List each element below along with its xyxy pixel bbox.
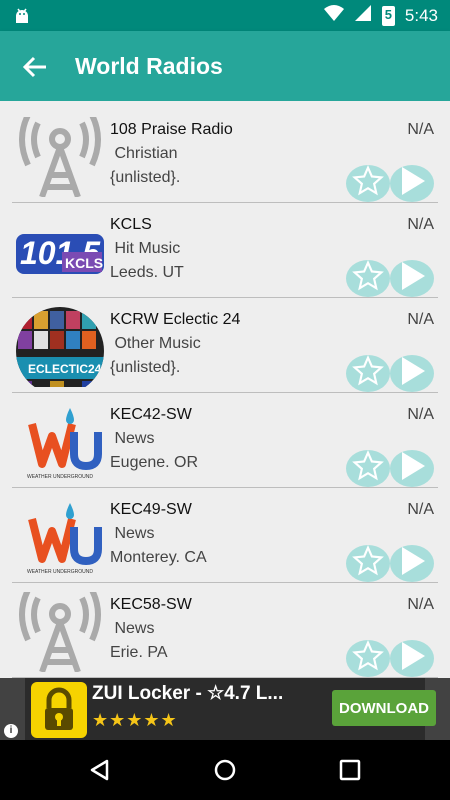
list-item[interactable]: WEATHER UNDERGROUND KEC49-SW News Monter… [12, 488, 438, 583]
favorite-button[interactable] [346, 640, 390, 677]
station-genre: Other Music [110, 335, 201, 352]
wu-logo: WEATHER UNDERGROUND [14, 402, 106, 482]
ad-banner[interactable]: ZUI Locker - ☆4.7 L... ★★★★★ DOWNLOAD i [0, 678, 450, 740]
station-location: Erie. PA [110, 644, 168, 661]
favorite-button[interactable] [346, 165, 390, 202]
station-genre: Christian [110, 145, 178, 162]
star-outline-icon [352, 355, 384, 392]
nav-back-icon[interactable] [88, 758, 112, 787]
station-name: KCRW Eclectic 24 [110, 311, 241, 328]
nav-home-icon[interactable] [213, 758, 237, 787]
play-icon [397, 355, 427, 392]
wu-label-text: WEATHER UNDERGROUND [27, 569, 93, 575]
kcrw-logo: ECLECTIC24 [14, 307, 106, 395]
favorite-button[interactable] [346, 450, 390, 487]
play-button[interactable] [390, 355, 434, 392]
station-name: 108 Praise Radio [110, 121, 233, 138]
station-genre: News [110, 620, 155, 637]
signal-icon [354, 4, 372, 27]
ad-rating-stars: ★★★★★ [92, 710, 178, 730]
antenna-icon [14, 113, 106, 199]
play-icon [397, 450, 427, 487]
clock-text: 5:43 [404, 5, 438, 25]
station-name: KEC58-SW [110, 596, 192, 613]
star-outline-icon [352, 260, 384, 297]
kcrw-label-text: ECLECTIC24 [28, 362, 102, 376]
back-arrow-icon[interactable] [22, 54, 48, 80]
play-icon [397, 545, 427, 582]
play-icon [397, 640, 427, 677]
list-item[interactable]: ECLECTIC24 KCRW Eclectic 24 Other Music … [12, 298, 438, 395]
station-location: Leeds. UT [110, 264, 184, 281]
favorite-button[interactable] [346, 545, 390, 582]
station-rating: N/A [407, 501, 434, 518]
page-title: World Radios [75, 53, 223, 79]
list-item[interactable]: WEATHER UNDERGROUND KEC42-SW News Eugene… [12, 393, 438, 488]
station-rating: N/A [407, 596, 434, 613]
station-genre: News [110, 525, 155, 542]
star-outline-icon [352, 450, 384, 487]
station-rating: N/A [407, 311, 434, 328]
station-location: Monterey. CA [110, 549, 207, 566]
wu-logo: WEATHER UNDERGROUND [14, 497, 106, 577]
station-rating: N/A [407, 216, 434, 233]
play-icon [397, 165, 427, 202]
system-nav-bar [0, 740, 450, 800]
favorite-button[interactable] [346, 260, 390, 297]
play-button[interactable] [390, 640, 434, 677]
station-name: KEC42-SW [110, 406, 192, 423]
station-genre: Hit Music [110, 240, 181, 257]
station-location: Eugene. OR [110, 454, 199, 471]
list-item[interactable]: 108 Praise Radio Christian {unlisted}. N… [12, 108, 438, 203]
status-bar: 5 5:43 [0, 0, 450, 31]
kcls-letters-text: KCLS [65, 255, 103, 271]
station-name: KCLS [110, 216, 152, 233]
antenna-icon [14, 588, 106, 674]
ad-info-icon[interactable]: i [4, 724, 18, 738]
list-item[interactable]: 101.5 KCLS KCLS Hit Music Leeds. UT N/A [12, 203, 438, 298]
ad-content[interactable]: ZUI Locker - ☆4.7 L... ★★★★★ DOWNLOAD [25, 678, 436, 740]
station-list[interactable]: 108 Praise Radio Christian {unlisted}. N… [0, 101, 450, 678]
battery-icon: 5 [381, 5, 395, 26]
kcls-logo: 101.5 KCLS [14, 212, 106, 292]
list-item[interactable]: KEC58-SW News Erie. PA N/A [12, 583, 438, 678]
play-button[interactable] [390, 260, 434, 297]
android-icon [12, 6, 32, 31]
app-bar: World Radios [0, 31, 450, 101]
play-button[interactable] [390, 450, 434, 487]
star-outline-icon [352, 165, 384, 202]
ad-title: ZUI Locker - ☆4.7 L... [92, 683, 284, 704]
star-outline-icon [352, 545, 384, 582]
wifi-icon [323, 4, 344, 27]
wu-label-text: WEATHER UNDERGROUND [27, 474, 93, 480]
station-rating: N/A [407, 406, 434, 423]
star-outline-icon [352, 640, 384, 677]
station-genre: News [110, 430, 155, 447]
station-location: {unlisted}. [110, 169, 181, 186]
play-icon [397, 260, 427, 297]
station-location: {unlisted}. [110, 359, 181, 376]
station-rating: N/A [407, 121, 434, 138]
play-button[interactable] [390, 165, 434, 202]
favorite-button[interactable] [346, 355, 390, 392]
play-button[interactable] [390, 545, 434, 582]
station-name: KEC49-SW [110, 501, 192, 518]
padlock-app-icon [31, 682, 87, 738]
download-button[interactable]: DOWNLOAD [332, 690, 436, 726]
nav-recents-icon[interactable] [338, 758, 362, 787]
